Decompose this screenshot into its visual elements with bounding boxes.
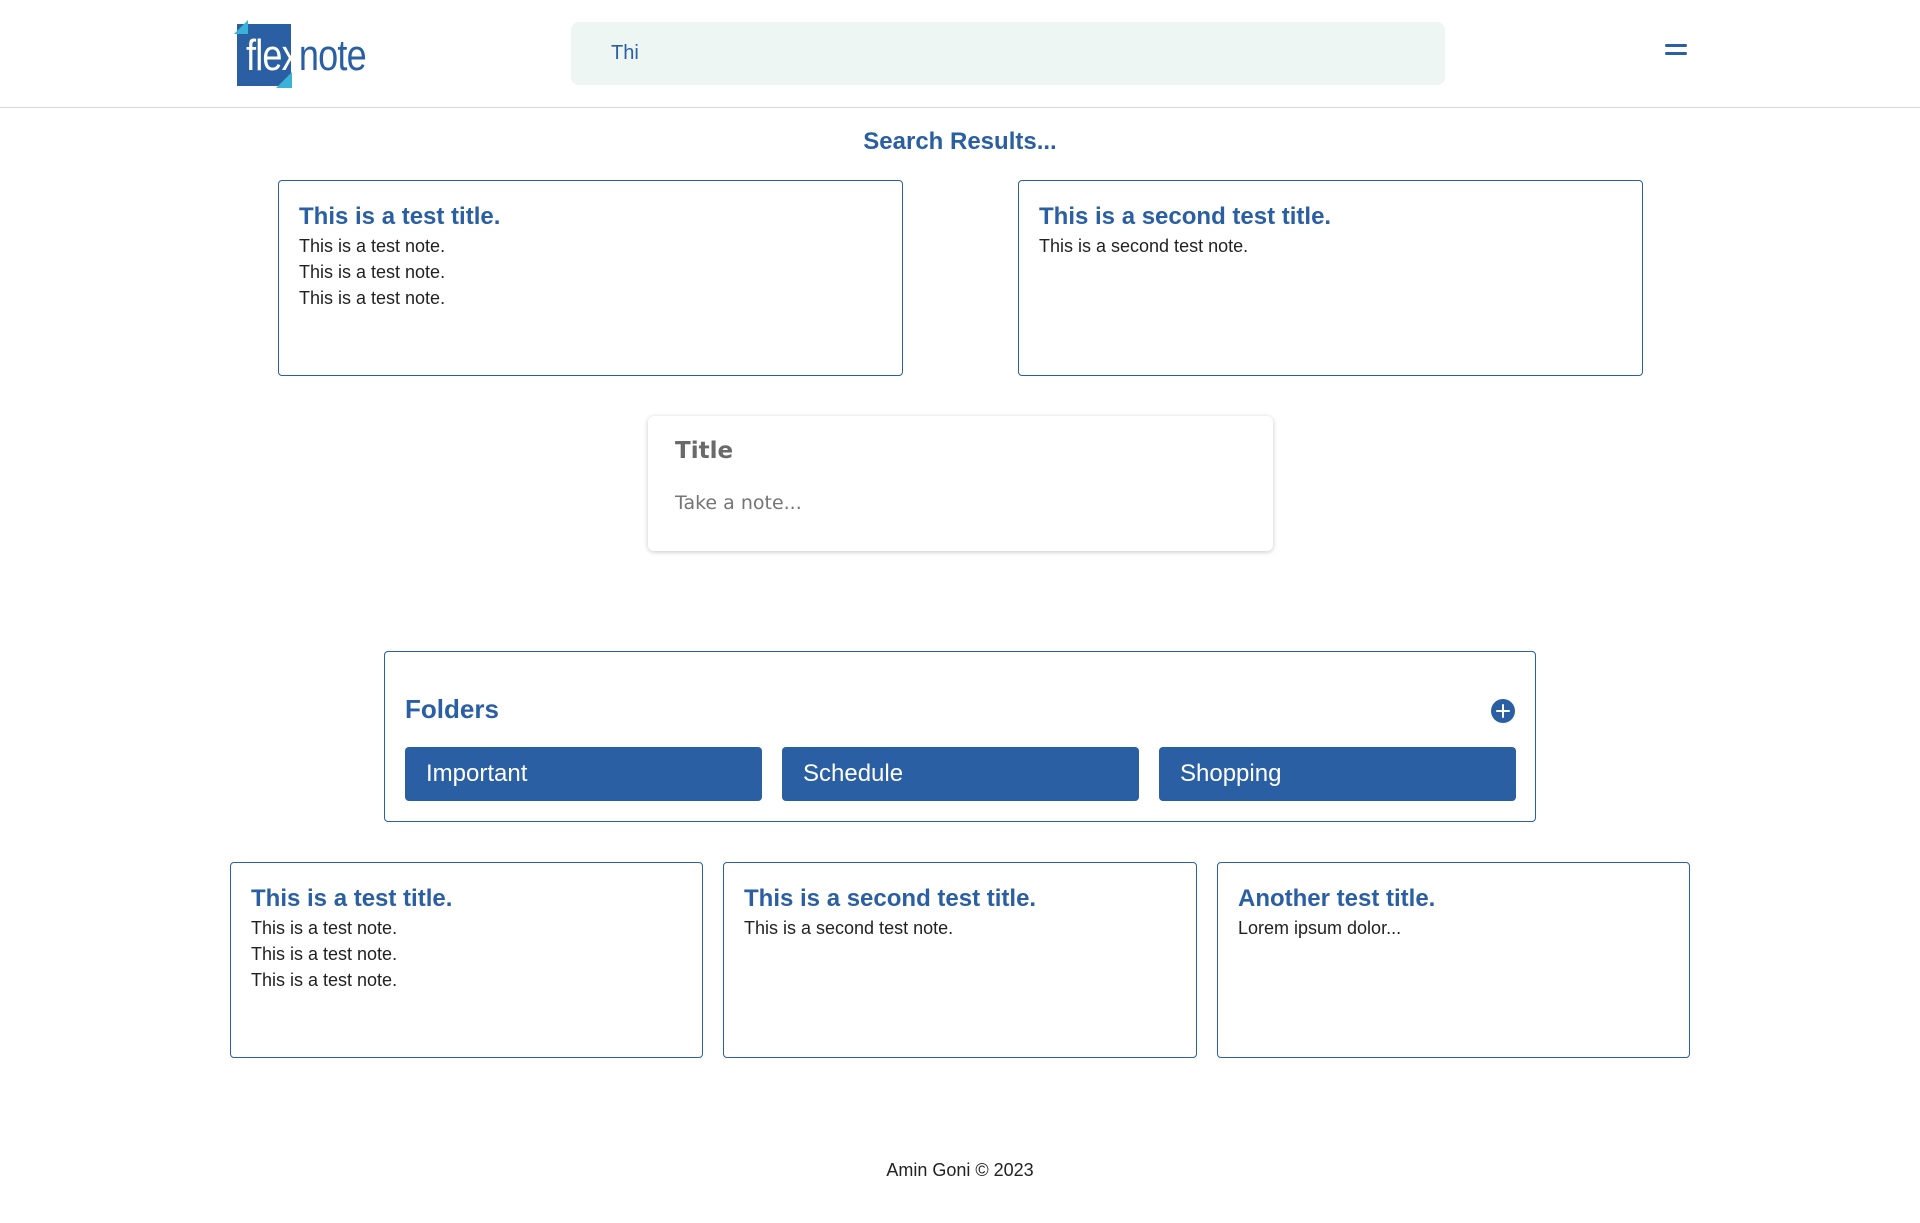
folder-button-schedule[interactable]: Schedule (782, 747, 1139, 801)
folder-button-shopping[interactable]: Shopping (1159, 747, 1516, 801)
logo-text-flex: flex (246, 31, 300, 80)
note-title: This is a second test title. (1039, 203, 1332, 230)
note-card[interactable]: Another test title. Lorem ipsum dolor... (1217, 862, 1690, 1058)
plus-circle-icon[interactable] (1491, 699, 1515, 723)
flexnote-logo[interactable]: flexnote (234, 20, 367, 88)
note-body: This is a test note. This is a test note… (251, 918, 398, 990)
search-result-note-card[interactable]: This is a test title. This is a test not… (278, 180, 903, 376)
search-input[interactable] (571, 22, 1445, 85)
note-title: This is a second test title. (744, 885, 1037, 912)
folders-panel: Folders Important Schedule Shopping (384, 651, 1536, 822)
menu-icon-line (1665, 44, 1687, 47)
search-results-heading: Search Results... (863, 128, 1057, 155)
note-title: This is a test title. (299, 203, 501, 230)
note-body: This is a second test note. (744, 918, 954, 938)
note-composer (648, 416, 1273, 551)
note-card[interactable]: This is a test title. This is a test not… (230, 862, 703, 1058)
folder-button-important[interactable]: Important (405, 747, 762, 801)
note-body: This is a test note. This is a test note… (299, 236, 446, 308)
note-card[interactable]: This is a second test title. This is a s… (723, 862, 1197, 1058)
menu-icon-line (1665, 52, 1687, 55)
note-body: This is a second test note. (1039, 236, 1249, 256)
hamburger-menu-icon[interactable] (1665, 44, 1687, 56)
app-header: flexnote (0, 0, 1920, 108)
logo-text: flexnote (246, 28, 367, 84)
folders-heading: Folders (405, 694, 499, 724)
search-result-note-card[interactable]: This is a second test title. This is a s… (1018, 180, 1643, 376)
note-body-input[interactable] (675, 488, 1245, 518)
footer-copyright: Amin Goni © 2023 (886, 1160, 1034, 1180)
note-title: Another test title. (1238, 885, 1436, 912)
note-body: Lorem ipsum dolor... (1238, 918, 1402, 938)
note-title: This is a test title. (251, 885, 453, 912)
note-title-input[interactable] (675, 434, 1245, 468)
logo-text-note: note (298, 31, 367, 80)
